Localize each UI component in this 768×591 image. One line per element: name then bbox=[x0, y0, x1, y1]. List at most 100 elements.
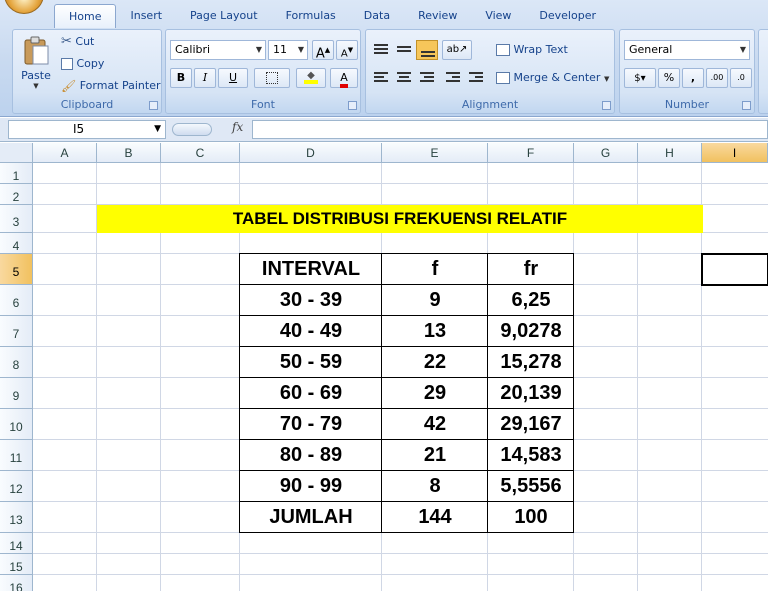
align-top-button[interactable] bbox=[370, 40, 392, 60]
wrap-text-button[interactable]: Wrap Text bbox=[496, 40, 568, 60]
formula-input[interactable] bbox=[252, 120, 768, 139]
tab-review[interactable]: Review bbox=[404, 4, 471, 28]
increase-indent-button[interactable] bbox=[465, 68, 487, 88]
row-header-6[interactable]: 6 bbox=[0, 285, 33, 316]
alignment-dialog-launcher[interactable] bbox=[602, 101, 611, 110]
row-header-7[interactable]: 7 bbox=[0, 316, 33, 347]
active-cell-cursor[interactable] bbox=[701, 253, 768, 286]
row-header-10[interactable]: 10 bbox=[0, 409, 33, 440]
table-cell-f[interactable]: 22 bbox=[382, 347, 488, 378]
column-header-i[interactable]: I bbox=[702, 143, 768, 163]
row-header-13[interactable]: 13 bbox=[0, 502, 33, 533]
expand-handle-icon[interactable] bbox=[172, 123, 212, 136]
fill-color-button[interactable]: ◆ bbox=[296, 68, 326, 88]
borders-button[interactable] bbox=[254, 68, 290, 88]
column-header-d[interactable]: D bbox=[240, 143, 382, 163]
tab-data[interactable]: Data bbox=[350, 4, 404, 28]
table-cell-f[interactable]: 8 bbox=[382, 471, 488, 502]
table-cell-interval[interactable]: 70 - 79 bbox=[240, 409, 382, 440]
row-header-12[interactable]: 12 bbox=[0, 471, 33, 502]
align-center-button[interactable] bbox=[393, 68, 415, 88]
table-cell-f[interactable]: 42 bbox=[382, 409, 488, 440]
column-header-h[interactable]: H bbox=[638, 143, 702, 163]
italic-button[interactable]: I bbox=[194, 68, 216, 88]
accounting-format-button[interactable]: $▾ bbox=[624, 68, 656, 88]
paste-button[interactable]: Paste ▼ bbox=[19, 34, 53, 94]
tab-insert[interactable]: Insert bbox=[116, 4, 176, 28]
align-left-button[interactable] bbox=[370, 68, 392, 88]
table-cell-f[interactable]: 9 bbox=[382, 285, 488, 316]
comma-style-button[interactable]: , bbox=[682, 68, 704, 88]
column-header-c[interactable]: C bbox=[161, 143, 240, 163]
select-all-corner[interactable] bbox=[0, 143, 33, 163]
align-bottom-button[interactable] bbox=[416, 40, 438, 60]
tab-developer[interactable]: Developer bbox=[525, 4, 610, 28]
tab-page-layout[interactable]: Page Layout bbox=[176, 4, 272, 28]
align-right-button[interactable] bbox=[416, 68, 438, 88]
table-cell-interval[interactable]: 30 - 39 bbox=[240, 285, 382, 316]
number-dialog-launcher[interactable] bbox=[742, 101, 751, 110]
row-header-3[interactable]: 3 bbox=[0, 205, 33, 233]
font-size-select[interactable]: 11 ▼ bbox=[268, 40, 308, 60]
row-header-14[interactable]: 14 bbox=[0, 533, 33, 554]
decrease-decimal-button[interactable]: .0 bbox=[730, 68, 752, 88]
row-header-11[interactable]: 11 bbox=[0, 440, 33, 471]
font-name-select[interactable]: Calibri ▼ bbox=[170, 40, 266, 60]
row-header-16[interactable]: 16 bbox=[0, 575, 33, 591]
row-header-9[interactable]: 9 bbox=[0, 378, 33, 409]
tab-home[interactable]: Home bbox=[54, 4, 117, 28]
name-box[interactable]: I5 ▼ bbox=[8, 120, 166, 139]
tab-formulas[interactable]: Formulas bbox=[272, 4, 350, 28]
table-total-interval[interactable]: JUMLAH bbox=[240, 502, 382, 533]
table-total-f[interactable]: 144 bbox=[382, 502, 488, 533]
increase-decimal-button[interactable]: .00 bbox=[706, 68, 728, 88]
insert-function-button[interactable]: fx bbox=[232, 120, 243, 134]
cut-button[interactable]: ✂ Cut bbox=[61, 32, 94, 52]
percent-style-button[interactable]: % bbox=[658, 68, 680, 88]
font-dialog-launcher[interactable] bbox=[348, 101, 357, 110]
table-header-f[interactable]: f bbox=[382, 254, 488, 285]
column-header-f[interactable]: F bbox=[488, 143, 574, 163]
row-header-15[interactable]: 15 bbox=[0, 554, 33, 575]
table-header-interval[interactable]: INTERVAL bbox=[240, 254, 382, 285]
font-color-button[interactable]: A bbox=[330, 68, 358, 88]
table-cell-interval[interactable]: 50 - 59 bbox=[240, 347, 382, 378]
table-cell-fr[interactable]: 14,583 bbox=[488, 440, 574, 471]
table-header-fr[interactable]: fr bbox=[488, 254, 574, 285]
shrink-font-button[interactable]: A▼ bbox=[336, 40, 358, 60]
copy-button[interactable]: Copy bbox=[61, 54, 104, 74]
table-cell-f[interactable]: 21 bbox=[382, 440, 488, 471]
grow-font-button[interactable]: A▲ bbox=[312, 40, 334, 61]
table-total-fr[interactable]: 100 bbox=[488, 502, 574, 533]
table-cell-interval[interactable]: 90 - 99 bbox=[240, 471, 382, 502]
column-header-b[interactable]: B bbox=[97, 143, 161, 163]
merge-center-button[interactable]: Merge & Center ▼ bbox=[496, 68, 609, 88]
row-header-1[interactable]: 1 bbox=[0, 163, 33, 184]
table-cell-fr[interactable]: 6,25 bbox=[488, 285, 574, 316]
table-cell-fr[interactable]: 5,5556 bbox=[488, 471, 574, 502]
row-header-5[interactable]: 5 bbox=[0, 254, 33, 285]
table-cell-interval[interactable]: 40 - 49 bbox=[240, 316, 382, 347]
underline-button[interactable]: U bbox=[218, 68, 248, 88]
row-header-8[interactable]: 8 bbox=[0, 347, 33, 378]
table-title[interactable]: TABEL DISTRIBUSI FREKUENSI RELATIF bbox=[97, 205, 703, 233]
table-cell-fr[interactable]: 29,167 bbox=[488, 409, 574, 440]
column-header-a[interactable]: A bbox=[33, 143, 97, 163]
format-painter-button[interactable]: 🖌 Format Painter bbox=[61, 76, 161, 96]
column-header-g[interactable]: G bbox=[574, 143, 638, 163]
row-header-4[interactable]: 4 bbox=[0, 233, 33, 254]
table-cell-f[interactable]: 29 bbox=[382, 378, 488, 409]
decrease-indent-button[interactable] bbox=[442, 68, 464, 88]
table-cell-fr[interactable]: 9,0278 bbox=[488, 316, 574, 347]
table-cell-interval[interactable]: 60 - 69 bbox=[240, 378, 382, 409]
number-format-select[interactable]: General ▼ bbox=[624, 40, 750, 60]
table-cell-fr[interactable]: 15,278 bbox=[488, 347, 574, 378]
table-cell-interval[interactable]: 80 - 89 bbox=[240, 440, 382, 471]
orientation-button[interactable]: ab↗ bbox=[442, 40, 472, 60]
column-header-e[interactable]: E bbox=[382, 143, 488, 163]
office-button[interactable] bbox=[4, 0, 44, 14]
table-cell-f[interactable]: 13 bbox=[382, 316, 488, 347]
clipboard-dialog-launcher[interactable] bbox=[149, 101, 158, 110]
tab-view[interactable]: View bbox=[471, 4, 525, 28]
bold-button[interactable]: B bbox=[170, 68, 192, 88]
